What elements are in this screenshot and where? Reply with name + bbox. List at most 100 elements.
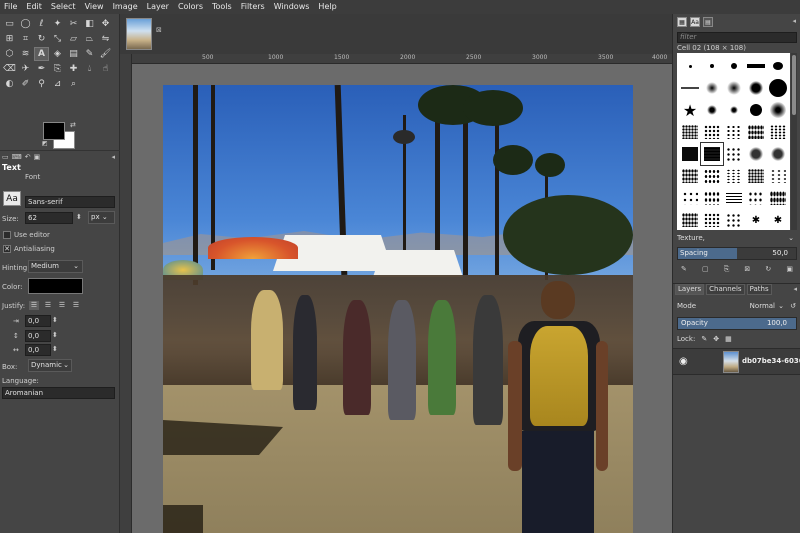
clone-icon[interactable]: ⎘: [50, 62, 65, 76]
delete-brush-icon[interactable]: ⊠: [744, 265, 750, 276]
perspective-icon[interactable]: ⏢: [82, 32, 97, 46]
reset-colors-icon[interactable]: ◩: [42, 140, 48, 147]
brush-scrollbar-thumb[interactable]: [792, 55, 796, 115]
brush-item[interactable]: [745, 165, 767, 187]
document-history-tab-icon[interactable]: ▤: [703, 17, 713, 27]
edit-brush-icon[interactable]: ✎: [681, 265, 687, 276]
tab-menu-icon[interactable]: ◂: [792, 17, 796, 25]
brush-item-selected[interactable]: [700, 142, 724, 166]
brush-item[interactable]: [679, 143, 701, 165]
fuzzy-select-icon[interactable]: ✦: [50, 17, 65, 31]
brush-item[interactable]: [745, 99, 767, 121]
brush-item[interactable]: [745, 77, 767, 99]
brush-item[interactable]: [679, 77, 701, 99]
ink-icon[interactable]: ✒: [34, 62, 49, 76]
duplicate-brush-icon[interactable]: ⎘: [724, 265, 730, 276]
size-input[interactable]: 62: [25, 212, 73, 224]
brushes-tab-icon[interactable]: ▦: [677, 17, 687, 27]
pencil-icon[interactable]: ✎: [82, 47, 97, 61]
paintbrush-icon[interactable]: 🖌︎: [98, 47, 113, 61]
brush-item[interactable]: [723, 55, 745, 77]
menu-tools[interactable]: Tools: [212, 0, 232, 14]
brush-item[interactable]: [723, 99, 745, 121]
use-editor-checkbox[interactable]: [3, 231, 11, 239]
flip-icon[interactable]: ⇋: [98, 32, 113, 46]
image-tab-thumbnail[interactable]: [126, 18, 152, 50]
menu-file[interactable]: File: [4, 0, 17, 14]
brush-item[interactable]: [701, 209, 723, 231]
crop-icon[interactable]: ⌗: [18, 32, 33, 46]
swap-colors-icon[interactable]: ⇄: [70, 121, 76, 129]
brush-item[interactable]: [701, 99, 723, 121]
bucket-fill-icon[interactable]: ◈: [50, 47, 65, 61]
brush-grid[interactable]: ★ ✱ ✱: [677, 53, 790, 230]
letter-spacing-stepper-icon[interactable]: ⬍: [52, 345, 58, 353]
brush-item[interactable]: [723, 77, 745, 99]
tool-options-tab-icon[interactable]: ▭: [2, 153, 9, 161]
dodge-icon[interactable]: ◐: [2, 77, 17, 91]
lasso-icon[interactable]: ℓ: [34, 17, 49, 31]
text-tool-icon[interactable]: A: [34, 47, 49, 61]
justify-fill-icon[interactable]: ☰: [71, 301, 81, 310]
brush-item[interactable]: [679, 165, 701, 187]
menu-edit[interactable]: Edit: [26, 0, 42, 14]
indent-stepper-icon[interactable]: ⬍: [52, 316, 58, 324]
lock-pixels-icon[interactable]: ✎: [701, 335, 707, 343]
brush-item[interactable]: ✱: [767, 209, 789, 231]
scissors-icon[interactable]: ✂: [66, 17, 81, 31]
brush-filter-input[interactable]: filter: [677, 32, 797, 43]
image-canvas[interactable]: [163, 85, 633, 533]
brush-item[interactable]: [679, 55, 701, 77]
brush-item[interactable]: [701, 55, 723, 77]
device-status-tab-icon[interactable]: ⌨: [12, 153, 22, 161]
eraser-icon[interactable]: ⌫: [2, 62, 17, 76]
zoom-icon[interactable]: ⌕: [66, 77, 81, 91]
foreground-select-icon[interactable]: ◧: [82, 17, 97, 31]
layer-row[interactable]: ◉ db07be34-6036: [673, 348, 800, 375]
box-select[interactable]: Dynamic ⌄: [28, 359, 72, 372]
menu-windows[interactable]: Windows: [274, 0, 310, 14]
measure-icon[interactable]: ⊿: [50, 77, 65, 91]
justify-right-icon[interactable]: ☰: [43, 301, 53, 310]
menu-image[interactable]: Image: [113, 0, 138, 14]
chevron-down-icon[interactable]: ⌄: [788, 232, 794, 244]
mode-reset-icon[interactable]: ↺: [790, 300, 796, 312]
gradient-icon[interactable]: ▤: [66, 47, 81, 61]
hinting-select[interactable]: Medium ⌄: [28, 260, 83, 273]
blur-icon[interactable]: 💧︎: [82, 62, 97, 76]
brush-item[interactable]: [723, 209, 745, 231]
brush-item[interactable]: [701, 121, 723, 143]
brush-item[interactable]: [767, 55, 789, 77]
brush-item[interactable]: ★: [679, 99, 701, 121]
brush-item[interactable]: [679, 121, 701, 143]
size-unit-select[interactable]: px ⌄: [88, 211, 115, 224]
color-picker-icon[interactable]: ⚲: [34, 77, 49, 91]
brush-item[interactable]: [767, 121, 789, 143]
menu-select[interactable]: Select: [51, 0, 76, 14]
font-preview-icon[interactable]: Aa: [3, 191, 21, 206]
spacing-slider[interactable]: Spacing 50,0: [677, 247, 797, 260]
language-input[interactable]: Aromanian: [2, 387, 115, 399]
paths-icon[interactable]: ✐: [18, 77, 33, 91]
undo-history-tab-icon[interactable]: ↶: [25, 153, 31, 161]
brush-item[interactable]: [767, 99, 789, 121]
brush-item[interactable]: [745, 55, 767, 77]
menu-layer[interactable]: Layer: [147, 0, 169, 14]
lock-position-icon[interactable]: ✥: [713, 335, 719, 343]
menu-view[interactable]: View: [85, 0, 104, 14]
visibility-eye-icon[interactable]: ◉: [679, 356, 688, 367]
antialiasing-checkbox[interactable]: ✕: [3, 245, 11, 253]
scale-icon[interactable]: ⤡: [50, 32, 65, 46]
tab-paths[interactable]: Paths: [746, 283, 772, 295]
canvas-area[interactable]: [132, 64, 672, 533]
refresh-brushes-icon[interactable]: ↻: [765, 265, 771, 276]
layer-mode-row[interactable]: Mode Normal ⌄ ↺: [677, 300, 797, 312]
tab-menu-icon[interactable]: ◂: [111, 153, 115, 161]
new-brush-icon[interactable]: ▢: [702, 265, 709, 276]
menu-colors[interactable]: Colors: [178, 0, 203, 14]
line-spacing-stepper-icon[interactable]: ⬍: [52, 331, 58, 339]
brush-item[interactable]: [701, 77, 723, 99]
foreground-color-swatch[interactable]: [43, 122, 65, 140]
brush-item[interactable]: [767, 77, 789, 99]
brush-item[interactable]: [745, 143, 767, 165]
